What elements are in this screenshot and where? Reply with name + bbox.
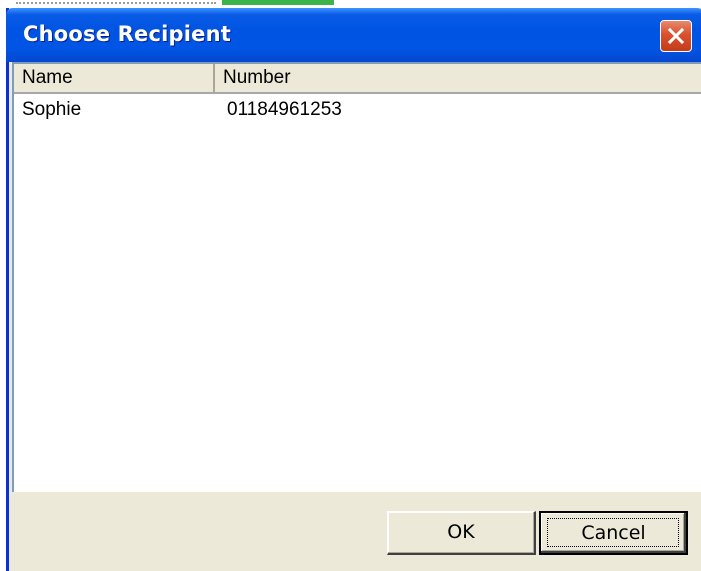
background-page — [0, 0, 701, 8]
dialog-title: Choose Recipient — [23, 22, 231, 46]
column-header-name[interactable]: Name — [14, 64, 215, 92]
list-item[interactable]: Sophie 01184961253 — [14, 94, 701, 128]
cancel-button-label: Cancel — [581, 522, 646, 544]
column-header-number[interactable]: Number — [215, 64, 701, 92]
close-button[interactable] — [660, 20, 692, 52]
background-text-fragment — [16, 0, 216, 4]
button-bar: OK Cancel — [9, 494, 701, 571]
title-bar[interactable]: Choose Recipient — [6, 8, 701, 62]
list-rows: Sophie 01184961253 — [14, 94, 701, 128]
close-icon — [667, 27, 685, 45]
cancel-button[interactable]: Cancel — [539, 511, 688, 555]
choose-recipient-dialog: Choose Recipient Name Number Sophie 0118… — [6, 8, 701, 571]
recipient-number: 01184961253 — [227, 99, 342, 120]
recipient-name: Sophie — [22, 99, 82, 120]
background-highlight — [222, 0, 334, 5]
screen: Choose Recipient Name Number Sophie 0118… — [0, 0, 701, 571]
ok-button[interactable]: OK — [387, 511, 536, 555]
list-header: Name Number — [14, 64, 701, 94]
ok-button-label: OK — [447, 521, 475, 543]
recipient-list[interactable]: Name Number Sophie 01184961253 — [12, 62, 701, 492]
